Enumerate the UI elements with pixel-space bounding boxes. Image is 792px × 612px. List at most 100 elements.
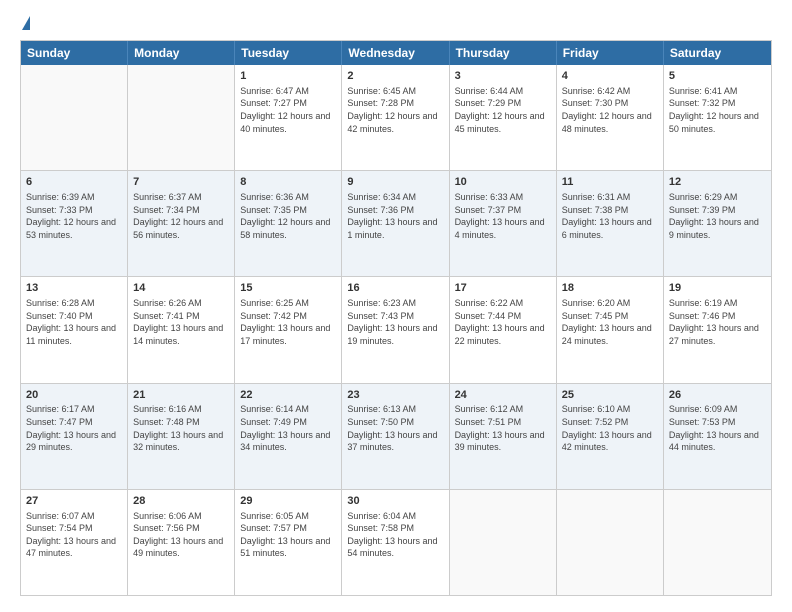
weekday-header: Tuesday	[235, 41, 342, 65]
day-number: 13	[26, 281, 122, 296]
calendar-cell: 8Sunrise: 6:36 AM Sunset: 7:35 PM Daylig…	[235, 171, 342, 276]
calendar-cell: 14Sunrise: 6:26 AM Sunset: 7:41 PM Dayli…	[128, 277, 235, 382]
calendar-cell: 7Sunrise: 6:37 AM Sunset: 7:34 PM Daylig…	[128, 171, 235, 276]
day-info: Sunrise: 6:41 AM Sunset: 7:32 PM Dayligh…	[669, 85, 766, 135]
day-info: Sunrise: 6:19 AM Sunset: 7:46 PM Dayligh…	[669, 297, 766, 347]
calendar: SundayMondayTuesdayWednesdayThursdayFrid…	[20, 40, 772, 596]
calendar-cell: 21Sunrise: 6:16 AM Sunset: 7:48 PM Dayli…	[128, 384, 235, 489]
day-number: 30	[347, 494, 443, 509]
day-info: Sunrise: 6:14 AM Sunset: 7:49 PM Dayligh…	[240, 403, 336, 453]
day-number: 3	[455, 69, 551, 84]
day-number: 4	[562, 69, 658, 84]
logo-triangle-icon	[22, 16, 30, 30]
calendar-cell: 26Sunrise: 6:09 AM Sunset: 7:53 PM Dayli…	[664, 384, 771, 489]
day-number: 9	[347, 175, 443, 190]
day-info: Sunrise: 6:39 AM Sunset: 7:33 PM Dayligh…	[26, 191, 122, 241]
day-info: Sunrise: 6:47 AM Sunset: 7:27 PM Dayligh…	[240, 85, 336, 135]
day-info: Sunrise: 6:05 AM Sunset: 7:57 PM Dayligh…	[240, 510, 336, 560]
calendar-cell: 2Sunrise: 6:45 AM Sunset: 7:28 PM Daylig…	[342, 65, 449, 170]
calendar-cell: 5Sunrise: 6:41 AM Sunset: 7:32 PM Daylig…	[664, 65, 771, 170]
day-info: Sunrise: 6:09 AM Sunset: 7:53 PM Dayligh…	[669, 403, 766, 453]
calendar-cell: 15Sunrise: 6:25 AM Sunset: 7:42 PM Dayli…	[235, 277, 342, 382]
day-info: Sunrise: 6:28 AM Sunset: 7:40 PM Dayligh…	[26, 297, 122, 347]
calendar-cell: 3Sunrise: 6:44 AM Sunset: 7:29 PM Daylig…	[450, 65, 557, 170]
calendar-cell: 1Sunrise: 6:47 AM Sunset: 7:27 PM Daylig…	[235, 65, 342, 170]
calendar-body: 1Sunrise: 6:47 AM Sunset: 7:27 PM Daylig…	[21, 65, 771, 595]
weekday-header: Monday	[128, 41, 235, 65]
calendar-cell	[450, 490, 557, 595]
calendar-cell: 23Sunrise: 6:13 AM Sunset: 7:50 PM Dayli…	[342, 384, 449, 489]
calendar-row: 27Sunrise: 6:07 AM Sunset: 7:54 PM Dayli…	[21, 489, 771, 595]
day-info: Sunrise: 6:25 AM Sunset: 7:42 PM Dayligh…	[240, 297, 336, 347]
day-number: 12	[669, 175, 766, 190]
calendar-header: SundayMondayTuesdayWednesdayThursdayFrid…	[21, 41, 771, 65]
calendar-cell: 18Sunrise: 6:20 AM Sunset: 7:45 PM Dayli…	[557, 277, 664, 382]
calendar-cell: 24Sunrise: 6:12 AM Sunset: 7:51 PM Dayli…	[450, 384, 557, 489]
day-info: Sunrise: 6:04 AM Sunset: 7:58 PM Dayligh…	[347, 510, 443, 560]
day-number: 22	[240, 388, 336, 403]
calendar-cell: 9Sunrise: 6:34 AM Sunset: 7:36 PM Daylig…	[342, 171, 449, 276]
calendar-cell	[557, 490, 664, 595]
calendar-cell: 4Sunrise: 6:42 AM Sunset: 7:30 PM Daylig…	[557, 65, 664, 170]
logo	[20, 16, 30, 30]
weekday-header: Sunday	[21, 41, 128, 65]
calendar-cell	[664, 490, 771, 595]
day-number: 23	[347, 388, 443, 403]
day-info: Sunrise: 6:45 AM Sunset: 7:28 PM Dayligh…	[347, 85, 443, 135]
calendar-cell: 27Sunrise: 6:07 AM Sunset: 7:54 PM Dayli…	[21, 490, 128, 595]
day-number: 2	[347, 69, 443, 84]
day-number: 10	[455, 175, 551, 190]
day-info: Sunrise: 6:06 AM Sunset: 7:56 PM Dayligh…	[133, 510, 229, 560]
day-number: 17	[455, 281, 551, 296]
header	[20, 16, 772, 30]
calendar-cell: 6Sunrise: 6:39 AM Sunset: 7:33 PM Daylig…	[21, 171, 128, 276]
day-info: Sunrise: 6:07 AM Sunset: 7:54 PM Dayligh…	[26, 510, 122, 560]
calendar-cell: 13Sunrise: 6:28 AM Sunset: 7:40 PM Dayli…	[21, 277, 128, 382]
day-info: Sunrise: 6:37 AM Sunset: 7:34 PM Dayligh…	[133, 191, 229, 241]
calendar-cell: 10Sunrise: 6:33 AM Sunset: 7:37 PM Dayli…	[450, 171, 557, 276]
day-number: 24	[455, 388, 551, 403]
day-info: Sunrise: 6:42 AM Sunset: 7:30 PM Dayligh…	[562, 85, 658, 135]
day-info: Sunrise: 6:34 AM Sunset: 7:36 PM Dayligh…	[347, 191, 443, 241]
day-info: Sunrise: 6:29 AM Sunset: 7:39 PM Dayligh…	[669, 191, 766, 241]
day-number: 28	[133, 494, 229, 509]
day-info: Sunrise: 6:31 AM Sunset: 7:38 PM Dayligh…	[562, 191, 658, 241]
day-number: 8	[240, 175, 336, 190]
calendar-cell	[21, 65, 128, 170]
day-number: 29	[240, 494, 336, 509]
weekday-header: Saturday	[664, 41, 771, 65]
calendar-cell	[128, 65, 235, 170]
page: SundayMondayTuesdayWednesdayThursdayFrid…	[0, 0, 792, 612]
day-number: 5	[669, 69, 766, 84]
day-info: Sunrise: 6:26 AM Sunset: 7:41 PM Dayligh…	[133, 297, 229, 347]
day-info: Sunrise: 6:13 AM Sunset: 7:50 PM Dayligh…	[347, 403, 443, 453]
calendar-row: 1Sunrise: 6:47 AM Sunset: 7:27 PM Daylig…	[21, 65, 771, 170]
calendar-cell: 22Sunrise: 6:14 AM Sunset: 7:49 PM Dayli…	[235, 384, 342, 489]
weekday-header: Wednesday	[342, 41, 449, 65]
day-info: Sunrise: 6:17 AM Sunset: 7:47 PM Dayligh…	[26, 403, 122, 453]
calendar-cell: 28Sunrise: 6:06 AM Sunset: 7:56 PM Dayli…	[128, 490, 235, 595]
day-info: Sunrise: 6:10 AM Sunset: 7:52 PM Dayligh…	[562, 403, 658, 453]
day-number: 25	[562, 388, 658, 403]
day-info: Sunrise: 6:36 AM Sunset: 7:35 PM Dayligh…	[240, 191, 336, 241]
day-number: 7	[133, 175, 229, 190]
calendar-cell: 20Sunrise: 6:17 AM Sunset: 7:47 PM Dayli…	[21, 384, 128, 489]
day-number: 11	[562, 175, 658, 190]
day-number: 16	[347, 281, 443, 296]
day-info: Sunrise: 6:23 AM Sunset: 7:43 PM Dayligh…	[347, 297, 443, 347]
day-info: Sunrise: 6:12 AM Sunset: 7:51 PM Dayligh…	[455, 403, 551, 453]
day-number: 20	[26, 388, 122, 403]
calendar-row: 6Sunrise: 6:39 AM Sunset: 7:33 PM Daylig…	[21, 170, 771, 276]
day-info: Sunrise: 6:16 AM Sunset: 7:48 PM Dayligh…	[133, 403, 229, 453]
calendar-cell: 11Sunrise: 6:31 AM Sunset: 7:38 PM Dayli…	[557, 171, 664, 276]
day-info: Sunrise: 6:22 AM Sunset: 7:44 PM Dayligh…	[455, 297, 551, 347]
day-number: 15	[240, 281, 336, 296]
day-number: 18	[562, 281, 658, 296]
day-info: Sunrise: 6:33 AM Sunset: 7:37 PM Dayligh…	[455, 191, 551, 241]
calendar-cell: 17Sunrise: 6:22 AM Sunset: 7:44 PM Dayli…	[450, 277, 557, 382]
calendar-cell: 16Sunrise: 6:23 AM Sunset: 7:43 PM Dayli…	[342, 277, 449, 382]
weekday-header: Friday	[557, 41, 664, 65]
weekday-header: Thursday	[450, 41, 557, 65]
day-number: 1	[240, 69, 336, 84]
day-number: 21	[133, 388, 229, 403]
